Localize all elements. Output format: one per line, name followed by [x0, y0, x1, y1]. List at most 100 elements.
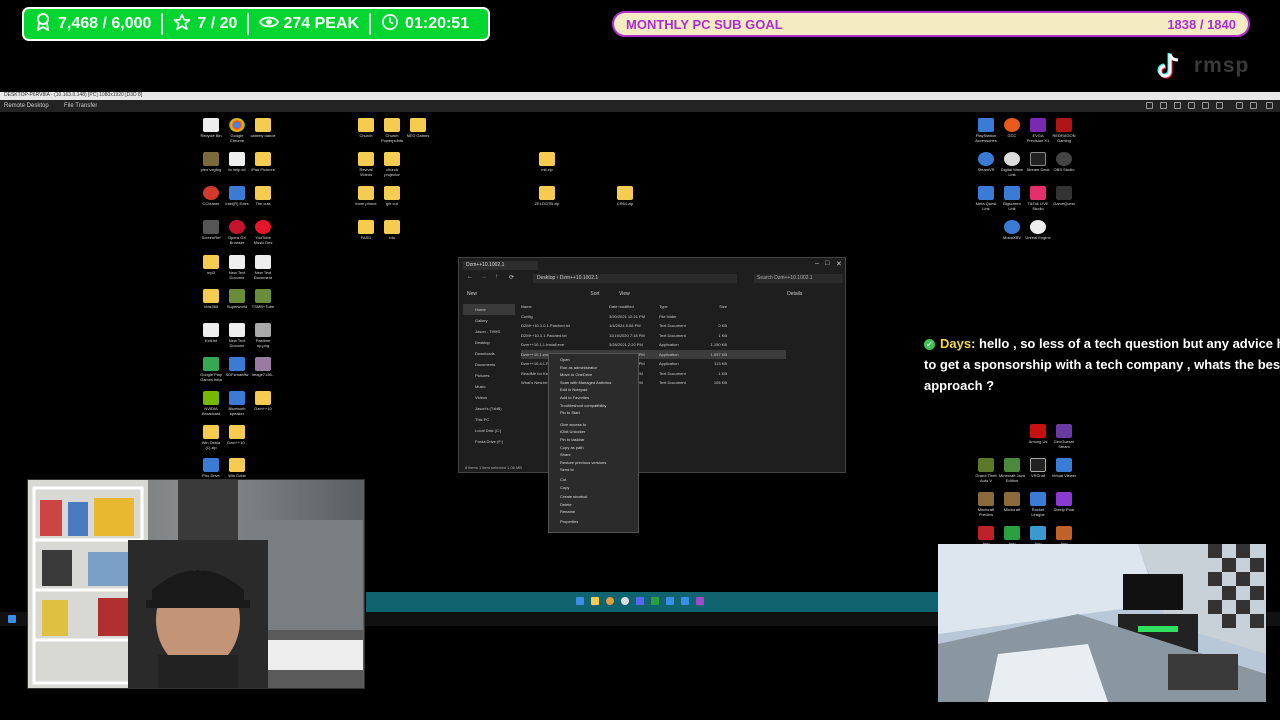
column-date[interactable]: Date modified: [609, 304, 659, 309]
desktop-icon[interactable]: Dzm++10..: [224, 425, 250, 445]
desktop-icon[interactable]: App: [1025, 526, 1051, 546]
desktop-icon[interactable]: rdo: [379, 220, 405, 240]
desktop-icon[interactable]: ExtList: [198, 323, 224, 343]
menu-item-rename[interactable]: Rename: [549, 508, 638, 516]
minimize-icon[interactable]: [1236, 102, 1243, 109]
monitor-icon[interactable]: [1160, 102, 1167, 109]
desktop-icon[interactable]: TikTok LIVE Studio: [1025, 186, 1051, 211]
back-icon[interactable]: ←: [467, 274, 473, 280]
desktop-icon[interactable]: mlt.zip: [534, 152, 560, 172]
sort-button[interactable]: Sort: [590, 291, 599, 297]
menu-item-restore-versions[interactable]: Restore previous versions: [549, 459, 638, 467]
desktop-icon[interactable]: gfx cut: [379, 186, 405, 206]
desktop-icon[interactable]: Stream Deck: [1025, 152, 1051, 172]
keyboard-icon[interactable]: [1174, 102, 1181, 109]
table-row[interactable]: Dzm++10.1.1.Install.exe 3/28/2021 2:20 PM…: [521, 340, 786, 350]
desktop-icon[interactable]: Dzm++10: [250, 391, 276, 411]
details-button[interactable]: Details: [787, 291, 802, 297]
desktop-icon[interactable]: church projector: [379, 152, 405, 177]
desktop-icon[interactable]: iPad Pictures: [250, 152, 276, 172]
desktop-icon[interactable]: Minecraft Java Edition: [999, 458, 1025, 483]
breadcrumb-folder[interactable]: Dzm++10.1002.1: [560, 275, 598, 281]
menu-item-send-to[interactable]: Send to: [549, 466, 638, 474]
desktop-icon[interactable]: NVIDIA Broadcast: [198, 391, 224, 416]
address-bar[interactable]: Desktop › Dzm++10.1002.1: [533, 274, 737, 283]
desktop-icon[interactable]: ScreenRef: [198, 220, 224, 240]
desktop-icon[interactable]: Grand Theft Auto V: [973, 458, 999, 483]
menu-item-copy-path[interactable]: Copy as path: [549, 444, 638, 452]
desktop-icon[interactable]: Virtual Viewer: [1051, 458, 1077, 478]
close-icon[interactable]: [1266, 102, 1273, 109]
desktop-icon[interactable]: ZELDOTB.zip: [534, 186, 560, 206]
explorer-icon[interactable]: [591, 597, 599, 605]
desktop-icon[interactable]: OBS Studio: [1051, 152, 1077, 172]
nav-item-drive-f[interactable]: Forda Drive (F:): [463, 436, 515, 447]
desktop-icon[interactable]: The cuts: [250, 186, 276, 206]
menu-item-edit-notepad[interactable]: Edit in Notepad: [549, 386, 638, 394]
table-row[interactable]: DZM++10.1.1.Patched.txt 11/19/2020 7:18 P…: [521, 331, 786, 341]
nav-item-music[interactable]: Music: [463, 381, 515, 392]
desktop-icon[interactable]: Google Play Games beta: [198, 357, 224, 382]
desktop-icon[interactable]: Digital Wave Link: [999, 152, 1025, 177]
record-icon[interactable]: [1202, 102, 1209, 109]
app-icon[interactable]: [621, 597, 629, 605]
chrome-icon[interactable]: [606, 597, 614, 605]
desktop-icon[interactable]: EVGA Precision X1: [1025, 118, 1051, 143]
nav-item-gallery[interactable]: Gallery: [463, 315, 515, 326]
desktop-icon[interactable]: Win Debla (1).zip: [198, 425, 224, 450]
desktop-icon[interactable]: SteamVR: [973, 152, 999, 172]
new-button[interactable]: New: [467, 291, 477, 297]
desktop-icon[interactable]: App: [973, 526, 999, 546]
refresh-icon[interactable]: ⟳: [509, 274, 514, 281]
nav-item-pictures[interactable]: Pictures: [463, 370, 515, 381]
desktop-icon[interactable]: Google Chrome: [224, 118, 250, 143]
desktop-icon[interactable]: Intel(R) Extrs: [224, 186, 250, 206]
nav-item-desktop[interactable]: Desktop: [463, 337, 515, 348]
desktop-icon[interactable]: Superworld: [224, 289, 250, 309]
desktop-icon[interactable]: Revival Videos: [353, 152, 379, 177]
forward-icon[interactable]: →: [481, 274, 487, 280]
nav-item-this-pc[interactable]: This PC: [463, 414, 515, 425]
menu-item-move-onedrive[interactable]: Move to OneDrive: [549, 371, 638, 379]
desktop-icon[interactable]: cammy dance: [250, 118, 276, 138]
windows-start-icon[interactable]: [8, 615, 16, 623]
desktop-icon[interactable]: Unreal Engine: [1025, 220, 1051, 240]
desktop-icon[interactable]: Opera GX Browser: [224, 220, 250, 245]
desktop-icon[interactable]: YouTube Music Des: [250, 220, 276, 245]
desktop-icon[interactable]: SDFsmartflw: [224, 357, 250, 377]
discord-icon[interactable]: [636, 597, 644, 605]
desktop-icon[interactable]: Recycle Bin: [198, 118, 224, 138]
desktop-icon[interactable]: Steelp Poar: [1051, 492, 1077, 512]
desktop-icon[interactable]: REDRAGON Gaming: [1051, 118, 1077, 143]
nav-item-onedrive[interactable]: Jason - THHS: [463, 326, 515, 337]
breadcrumb-desktop[interactable]: Desktop: [537, 275, 555, 281]
menu-item-copy[interactable]: Copy: [549, 484, 638, 492]
desktop-icon[interactable]: Rocket League: [1025, 492, 1051, 517]
desktop-icon[interactable]: Bluetooth speaker: [224, 391, 250, 416]
menu-item-pin-taskbar[interactable]: Pin to taskbar: [549, 436, 638, 444]
column-name[interactable]: Name: [521, 304, 609, 309]
maximize-icon[interactable]: [1250, 102, 1257, 109]
nav-item-downloads[interactable]: Downloads: [463, 348, 515, 359]
menu-item-scan[interactable]: Scan with Managed Antivirus: [549, 379, 638, 387]
desktop-icon[interactable]: Vids365: [198, 289, 224, 309]
app-icon[interactable]: [651, 597, 659, 605]
desktop-icon[interactable]: GameQuest: [1051, 186, 1077, 206]
desktop-icon[interactable]: GCC: [999, 118, 1025, 138]
search-input[interactable]: Search Dzm++10.1002.1: [754, 274, 843, 283]
desktop-icon[interactable]: image7156..: [250, 357, 276, 377]
table-row[interactable]: Config 3/20/2021 12:21 PM File folder: [521, 312, 786, 322]
desktop-icon[interactable]: fa help.txt: [224, 152, 250, 172]
desktop-icon[interactable]: mp3: [198, 255, 224, 275]
nav-item-network-drive[interactable]: Jason's (TxbB): [463, 403, 515, 414]
menu-item-cut[interactable]: Cut: [549, 476, 638, 484]
settings-icon[interactable]: [1146, 102, 1153, 109]
table-row[interactable]: DZM++10.1.0.1.Patched.txt 1/4/2024 5:58 P…: [521, 321, 786, 331]
desktop-icon[interactable]: App: [1051, 526, 1077, 546]
nav-item-home[interactable]: Home: [463, 304, 515, 315]
nav-item-local-disk[interactable]: Local Disk (C:): [463, 425, 515, 436]
desktop-icon[interactable]: NEO Games: [405, 118, 431, 138]
desktop-icon[interactable]: Church Powerpoints: [379, 118, 405, 143]
explorer-tab[interactable]: Dzm++10.1002.1: [463, 261, 538, 270]
desktop-icon[interactable]: pleo vegfog: [198, 152, 224, 172]
